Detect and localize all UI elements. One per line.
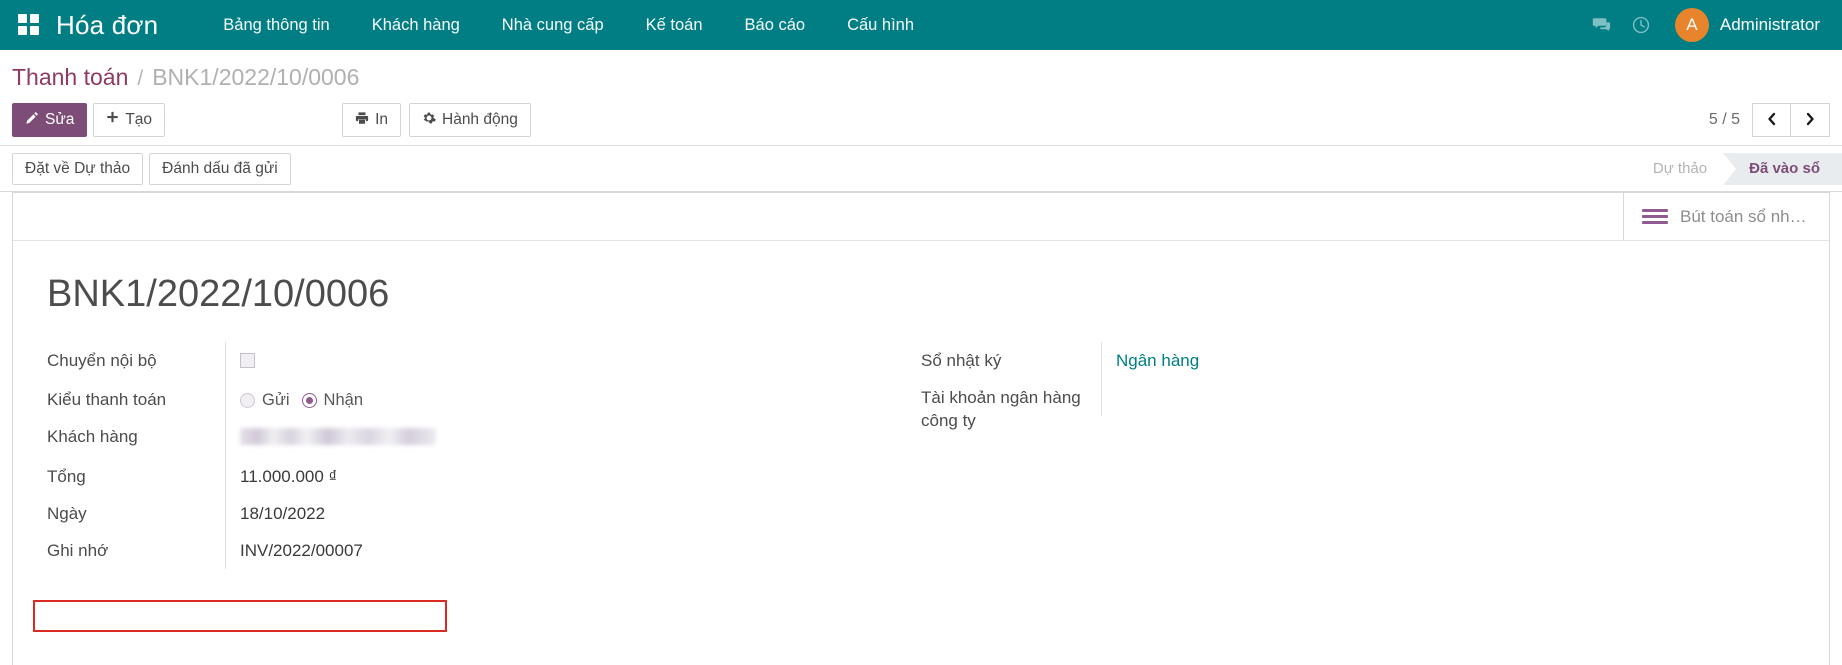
field-value-journal[interactable]: Ngân hàng xyxy=(1101,342,1795,379)
field-value-amount: 11.000.000 ₫ xyxy=(225,457,921,495)
chat-bubble-icon[interactable] xyxy=(1581,0,1621,50)
field-label-memo: Ghi nhớ xyxy=(47,540,109,560)
pager-previous-button[interactable] xyxy=(1752,103,1791,137)
form-columns: Chuyển nội bộ Kiểu thanh toán Gửi Nhận K… xyxy=(13,342,1829,569)
field-label-customer: Khách hàng xyxy=(47,426,138,446)
control-panel: Sửa Tạo In Hành động 5 / 5 xyxy=(0,99,1842,145)
apps-grid-icon[interactable] xyxy=(18,14,40,36)
field-payment-type: Kiểu thanh toán Gửi Nhận xyxy=(47,380,921,418)
field-label-date: Ngày xyxy=(47,503,87,523)
field-value-date: 18/10/2022 xyxy=(225,494,921,532)
field-company-bank-account: Tài khoản ngân hàng công ty xyxy=(921,379,1795,439)
plus-icon xyxy=(106,111,119,129)
pager-next-button[interactable] xyxy=(1791,103,1830,137)
chevron-left-icon xyxy=(1765,111,1778,130)
control-panel-left: Sửa Tạo xyxy=(12,103,166,137)
app-brand-title[interactable]: Hóa đơn xyxy=(56,10,158,41)
create-button[interactable]: Tạo xyxy=(93,103,166,137)
action-button[interactable]: Hành động xyxy=(409,103,531,137)
form-column-right: Sổ nhật ký Ngân hàng Tài khoản ngân hàng… xyxy=(921,342,1795,569)
field-value-payment-type: Gửi Nhận xyxy=(225,380,921,418)
field-customer: Khách hàng xyxy=(47,417,921,458)
customer-value-redacted xyxy=(240,427,436,445)
action-button-label: Hành động xyxy=(442,111,518,128)
smart-button-journal-entry[interactable]: Bút toán sổ nhật… xyxy=(1623,193,1829,240)
print-button[interactable]: In xyxy=(342,103,401,137)
journal-lines-icon xyxy=(1642,209,1668,224)
field-value-company-bank-account[interactable] xyxy=(1101,379,1795,416)
control-panel-actions: In Hành động xyxy=(342,103,531,137)
field-label-journal: Sổ nhật ký xyxy=(921,351,1002,370)
navbar-systray: A Administrator xyxy=(1581,0,1824,50)
menu-item-accounting[interactable]: Kế toán xyxy=(625,0,724,50)
breadcrumb-separator: / xyxy=(137,67,144,90)
status-posted[interactable]: Đã vào sổ xyxy=(1723,152,1842,185)
radio-receive-label: Nhận xyxy=(323,390,363,409)
menu-item-vendors[interactable]: Nhà cung cấp xyxy=(481,0,625,50)
avatar[interactable]: A xyxy=(1674,8,1709,42)
print-button-label: In xyxy=(375,111,388,128)
chevron-right-icon xyxy=(1804,111,1817,130)
smart-button-label: Bút toán sổ nhật… xyxy=(1680,206,1815,226)
breadcrumb-root[interactable]: Thanh toán xyxy=(12,64,128,91)
smart-button-row: Bút toán sổ nhật… xyxy=(13,193,1829,241)
edit-button-label: Sửa xyxy=(45,111,75,128)
status-draft[interactable]: Dự thảo xyxy=(1627,153,1723,185)
mark-as-sent-button[interactable]: Đánh dấu đã gửi xyxy=(149,152,291,185)
printer-icon xyxy=(355,111,369,130)
field-value-internal-transfer xyxy=(225,342,921,381)
top-navbar: Hóa đơn Bảng thông tin Khách hàng Nhà cu… xyxy=(0,0,1842,50)
field-label-amount: Tổng xyxy=(47,466,86,486)
field-value-memo: INV/2022/00007 xyxy=(225,531,921,569)
radio-option-send[interactable]: Gửi xyxy=(240,389,290,411)
user-name[interactable]: Administrator xyxy=(1720,15,1824,35)
field-internal-transfer: Chuyển nội bộ xyxy=(47,342,921,381)
field-journal: Sổ nhật ký Ngân hàng xyxy=(921,342,1795,379)
main-menu: Bảng thông tin Khách hàng Nhà cung cấp K… xyxy=(202,0,1581,50)
status-bar: Dự thảo Đã vào sổ xyxy=(1627,152,1842,185)
pencil-icon xyxy=(25,111,39,130)
breadcrumb: Thanh toán / BNK1/2022/10/0006 xyxy=(0,50,1842,99)
field-label-internal-transfer: Chuyển nội bộ xyxy=(47,351,157,370)
reset-to-draft-button[interactable]: Đặt về Dự thảo xyxy=(12,152,144,185)
form-sheet-wrapper: Bút toán sổ nhật… BNK1/2022/10/0006 Chuy… xyxy=(0,191,1842,665)
radio-send-label: Gửi xyxy=(262,390,290,409)
clock-icon[interactable] xyxy=(1621,0,1661,50)
breadcrumb-current: BNK1/2022/10/0006 xyxy=(152,64,360,90)
workflow-buttons: Đặt về Dự thảo Đánh dấu đã gửi xyxy=(12,152,291,185)
edit-button[interactable]: Sửa xyxy=(12,103,88,137)
field-label-company-bank-account: Tài khoản ngân hàng công ty xyxy=(921,388,1081,430)
pager: 5 / 5 xyxy=(1709,103,1830,137)
menu-item-dashboard[interactable]: Bảng thông tin xyxy=(202,0,350,50)
page-title: BNK1/2022/10/0006 xyxy=(47,273,390,315)
field-label-payment-type: Kiểu thanh toán xyxy=(47,389,167,409)
field-date: Ngày 18/10/2022 xyxy=(47,494,921,532)
radio-send-dot xyxy=(240,392,255,408)
internal-transfer-checkbox[interactable] xyxy=(240,353,255,368)
pager-buttons xyxy=(1752,103,1830,137)
menu-item-reporting[interactable]: Báo cáo xyxy=(724,0,827,50)
payment-type-radio-group: Gửi Nhận xyxy=(240,389,921,411)
field-amount: Tổng 11.000.000 ₫ xyxy=(47,457,921,495)
radio-receive-dot xyxy=(301,392,317,408)
pager-counter: 5 / 5 xyxy=(1708,111,1740,128)
menu-item-customers[interactable]: Khách hàng xyxy=(351,0,481,50)
menu-item-configuration[interactable]: Cấu hình xyxy=(826,0,935,50)
field-memo: Ghi nhớ INV/2022/00007 xyxy=(47,531,921,569)
field-value-customer[interactable] xyxy=(225,417,921,458)
status-row: Đặt về Dự thảo Đánh dấu đã gửi Dự thảo Đ… xyxy=(0,145,1842,191)
form-column-left: Chuyển nội bộ Kiểu thanh toán Gửi Nhận K… xyxy=(47,342,921,569)
create-button-label: Tạo xyxy=(125,111,153,128)
customer-field-highlight xyxy=(33,600,447,632)
gear-icon xyxy=(422,111,436,130)
radio-option-receive[interactable]: Nhận xyxy=(301,389,363,411)
form-sheet: Bút toán sổ nhật… BNK1/2022/10/0006 Chuy… xyxy=(12,192,1830,665)
